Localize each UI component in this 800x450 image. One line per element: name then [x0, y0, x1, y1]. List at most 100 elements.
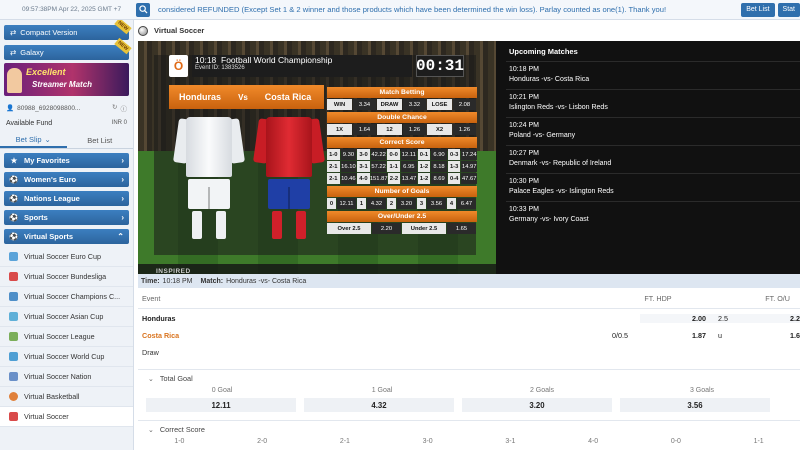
- odds-label: 1-2: [417, 173, 431, 184]
- time-label: Time:: [141, 277, 160, 285]
- sidebar-item-virtual-soccer-world-cup[interactable]: Virtual Soccer World Cup: [0, 347, 133, 367]
- sidebar-item-virtual-soccer-league[interactable]: Virtual Soccer League: [0, 327, 133, 347]
- upcoming-time: 10:24 PM: [509, 122, 539, 129]
- category-label: Women's Euro: [24, 175, 77, 184]
- hdp-odds[interactable]: 2.00: [640, 314, 710, 323]
- team-name: Honduras: [142, 314, 176, 323]
- refresh-icon[interactable]: ↻: [112, 103, 117, 113]
- upcoming-match[interactable]: 10:27 PM Denmark -vs- Republic of Ireland: [506, 145, 800, 173]
- upcoming-match[interactable]: 10:21 PM Islington Reds -vs- Lisbon Reds: [506, 89, 800, 117]
- ou-odds[interactable]: 2.2: [746, 314, 800, 323]
- odds-label: 2-2: [387, 173, 401, 184]
- double-chance-title: Double Chance: [327, 112, 477, 123]
- tab-bet-list[interactable]: Bet List: [67, 133, 134, 148]
- category-label: Nations League: [24, 194, 80, 203]
- upcoming-match[interactable]: 10:18 PM Honduras -vs- Costa Rica: [506, 61, 800, 89]
- chevron-right-icon: ›: [121, 194, 124, 203]
- over-under-title: Over/Under 2.5: [327, 211, 477, 222]
- countdown-timer: 00:31: [416, 55, 465, 77]
- page-header: Virtual Soccer: [134, 20, 800, 41]
- odds-label: Over 2.5: [327, 223, 371, 234]
- upcoming-match[interactable]: 10:30 PM Palace Eagles -vs- Islington Red…: [506, 173, 800, 201]
- announcement-marquee: considered REFUNDED (Except Set 1 & 2 wi…: [158, 5, 667, 14]
- ou-line: u: [718, 331, 722, 340]
- category-my-favorites[interactable]: ★ My Favorites ›: [4, 153, 129, 168]
- away-kit: [253, 117, 325, 239]
- odds-value: 10.46: [340, 173, 357, 184]
- odds-value: 4.32: [367, 198, 386, 209]
- odds-value: 12.11: [337, 198, 356, 209]
- upcoming-match[interactable]: 10:33 PM Germany -vs- Ivory Coast: [506, 201, 800, 229]
- bet-list-button[interactable]: Bet List: [741, 2, 775, 17]
- ft-hdp-header: FT. HDP: [644, 293, 672, 303]
- score-label: 3-1: [505, 438, 516, 445]
- goal-odds[interactable]: 3.20: [462, 398, 612, 412]
- match-info-bar: Time: 10:18 PM Match: Honduras -vs- Cost…: [138, 274, 800, 288]
- sidebar-item-virtual-soccer-asian-cup[interactable]: Virtual Soccer Asian Cup: [0, 307, 133, 327]
- new-badge: NEW: [114, 37, 132, 55]
- sidebar-item-label: Virtual Soccer Champions C...: [24, 292, 121, 301]
- basketball-icon: [9, 392, 18, 401]
- account-id: 80988_6928098800...: [17, 104, 81, 112]
- sidebar-item-virtual-basketball[interactable]: Virtual Basketball: [0, 387, 133, 407]
- upcoming-teams: Denmark -vs- Republic of Ireland: [509, 160, 612, 167]
- odds-value: 6.47: [457, 198, 476, 209]
- goal-odds[interactable]: 12.11: [146, 398, 296, 412]
- upcoming-title: Upcoming Matches: [509, 46, 578, 56]
- swap-icon: ⇄: [10, 48, 17, 57]
- match-video[interactable]: Ö 10:18 Football World Championship Even…: [138, 41, 496, 278]
- category-nations-league[interactable]: ⚽ Nations League ›: [4, 191, 129, 206]
- virtual-soccer-icon: [9, 292, 18, 301]
- upcoming-time: 10:33 PM: [509, 206, 539, 213]
- hdp-odds[interactable]: 1.87: [640, 331, 710, 340]
- info-icon[interactable]: ⓘ: [121, 103, 128, 113]
- search-button[interactable]: [136, 2, 150, 17]
- soccer-ball-icon: ⚽: [9, 175, 19, 184]
- odds-value: 9.30: [340, 149, 357, 160]
- category-womens-euro[interactable]: ⚽ Women's Euro ›: [4, 172, 129, 187]
- sidebar-item-label: Virtual Soccer World Cup: [24, 352, 105, 361]
- ou-line: 2.5: [710, 314, 746, 323]
- total-goal-odds: 12.11 4.32 3.20 3.56: [138, 398, 800, 412]
- stat-button[interactable]: Stat: [777, 2, 800, 17]
- virtual-soccer-icon: [9, 312, 18, 321]
- ou-odds[interactable]: 1.6: [746, 331, 800, 340]
- category-sports[interactable]: ⚽ Sports ›: [4, 210, 129, 225]
- soccer-ball-icon: ⚽: [9, 213, 19, 222]
- odds-label: 12: [377, 124, 402, 135]
- odds-label: 0: [327, 198, 336, 209]
- chevron-down-icon: ⌄: [148, 426, 154, 434]
- compact-version-button[interactable]: ⇄ Compact Version NEW: [4, 20, 132, 40]
- upcoming-time: 10:27 PM: [509, 150, 539, 157]
- upcoming-match[interactable]: 10:24 PM Poland -vs- Germany: [506, 117, 800, 145]
- odds-value: 8.69: [431, 173, 447, 184]
- upcoming-time: 10:30 PM: [509, 178, 539, 185]
- correct-score-section[interactable]: ⌄ Correct Score: [138, 420, 800, 438]
- chevron-up-icon: ⌃: [117, 232, 124, 241]
- odds-label: 0-4: [447, 173, 461, 184]
- total-goal-section[interactable]: ⌄ Total Goal: [138, 369, 800, 387]
- goal-odds[interactable]: 3.56: [620, 398, 770, 412]
- odds-label: 0-3: [447, 149, 461, 160]
- odds-value: 3.34: [353, 99, 376, 110]
- galaxy-button[interactable]: ⇄ Galaxy NEW: [4, 37, 132, 60]
- correct-score-labels: 1-0 2-0 2-1 3-0 3-1 4-0 0-0 1-1: [138, 438, 800, 450]
- sidebar-item-virtual-soccer[interactable]: Virtual Soccer: [0, 407, 133, 427]
- odds-value: 2.08: [453, 99, 476, 110]
- soccer-ball-icon: [138, 25, 148, 36]
- match-betting-title: Match Betting: [327, 87, 477, 98]
- sidebar-item-virtual-soccer-nation[interactable]: Virtual Soccer Nation: [0, 367, 133, 387]
- new-badge: NEW: [114, 20, 132, 35]
- odds-value: 151.87: [370, 173, 388, 184]
- chevron-right-icon: ›: [121, 213, 124, 222]
- goal-odds[interactable]: 4.32: [304, 398, 454, 412]
- score-label: 3-0: [422, 438, 433, 445]
- odds-label: 0-0: [387, 149, 401, 160]
- sidebar-item-virtual-soccer-champions-cup[interactable]: Virtual Soccer Champions C...: [0, 287, 133, 307]
- promo-banner[interactable]: Excellent Streamer Match: [4, 63, 129, 96]
- tab-bet-slip[interactable]: Bet Slip ⌄: [0, 133, 67, 148]
- sidebar-item-label: Virtual Basketball: [24, 392, 80, 401]
- sidebar-item-virtual-soccer-euro-cup[interactable]: Virtual Soccer Euro Cup: [0, 247, 133, 267]
- sidebar-item-virtual-soccer-bundesliga[interactable]: Virtual Soccer Bundesliga: [0, 267, 133, 287]
- category-virtual-sports[interactable]: ⚽ Virtual Sports ⌃: [4, 229, 129, 244]
